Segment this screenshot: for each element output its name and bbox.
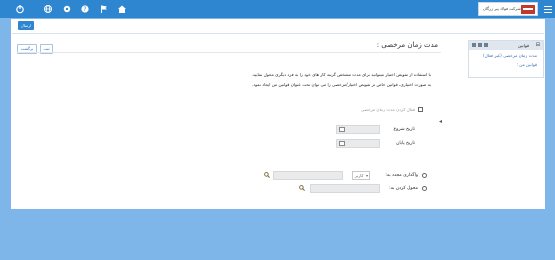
svg-text:?: ? [83,6,86,13]
tree-item-vacation[interactable]: مدت زمان مرخصی (غیر فعال) [483,53,537,58]
tree-tool-icon[interactable] [484,43,488,47]
chevron-down-icon: ▾ [365,173,368,178]
main-panel [11,19,545,209]
send-button[interactable]: ارسال [18,21,34,30]
settings-icon[interactable] [62,4,72,14]
description-line-2: به صورت اختیاری، قوانین خاص تر تفویض اخت… [251,82,431,87]
end-date-label: تاریخ پایان [396,141,415,146]
toolbar-divider [12,33,544,34]
title-divider [17,52,441,53]
reassign-user-input[interactable] [273,171,343,180]
delegate-user-input[interactable] [310,184,380,193]
reassign-type-select[interactable]: کاربر ▾ [352,171,370,180]
tree-collapse-icon[interactable]: ⊟ [536,42,540,48]
start-date-input[interactable] [336,125,380,134]
flag-icon[interactable] [99,4,109,14]
tree-item-my-rules[interactable]: قوانین من : [517,62,537,67]
rules-tree: قوانین ⊟ مدت زمان مرخصی (غیر فعال) قوانی… [468,40,544,78]
rules-tree-title: قوانین [518,43,529,48]
delegate-label: محول کردن به: [389,186,418,191]
panel-collapse-icon[interactable]: ◂ [439,118,442,125]
menu-icon[interactable] [544,4,552,14]
delegate-radio[interactable] [422,186,427,191]
enable-vacation-checkbox[interactable] [418,107,423,112]
rules-tree-header: قوانین ⊟ [469,41,543,50]
page-title: مدت زمان مرخصی : [376,41,438,49]
search-icon[interactable] [264,172,270,178]
calendar-icon[interactable] [339,127,345,132]
company-logo: شرکت فولاد پیر زرگان [478,2,538,16]
tree-tool-icon[interactable] [472,43,476,47]
power-icon[interactable] [15,4,25,14]
search-icon[interactable] [299,185,305,191]
reassign-label: واگذاری مجدد به: [385,173,418,178]
description-line-1: با استفاده از تفویض اختیار میتوانید برای… [251,72,431,77]
enable-vacation-label: فعال کردن مدت زمان مرخصی [360,107,415,112]
company-emblem [521,5,535,14]
globe-icon[interactable] [43,4,53,14]
company-name: شرکت فولاد پیر زرگان [483,6,521,11]
help-icon[interactable]: ? [80,4,90,14]
start-date-label: تاریخ شروع [393,127,416,132]
reassign-type-value: کاربر [355,173,364,178]
calendar-icon[interactable] [339,141,345,146]
end-date-input[interactable] [336,139,380,148]
home-icon[interactable] [117,4,127,14]
reassign-radio[interactable] [422,173,427,178]
tree-tool-icon[interactable] [478,43,482,47]
